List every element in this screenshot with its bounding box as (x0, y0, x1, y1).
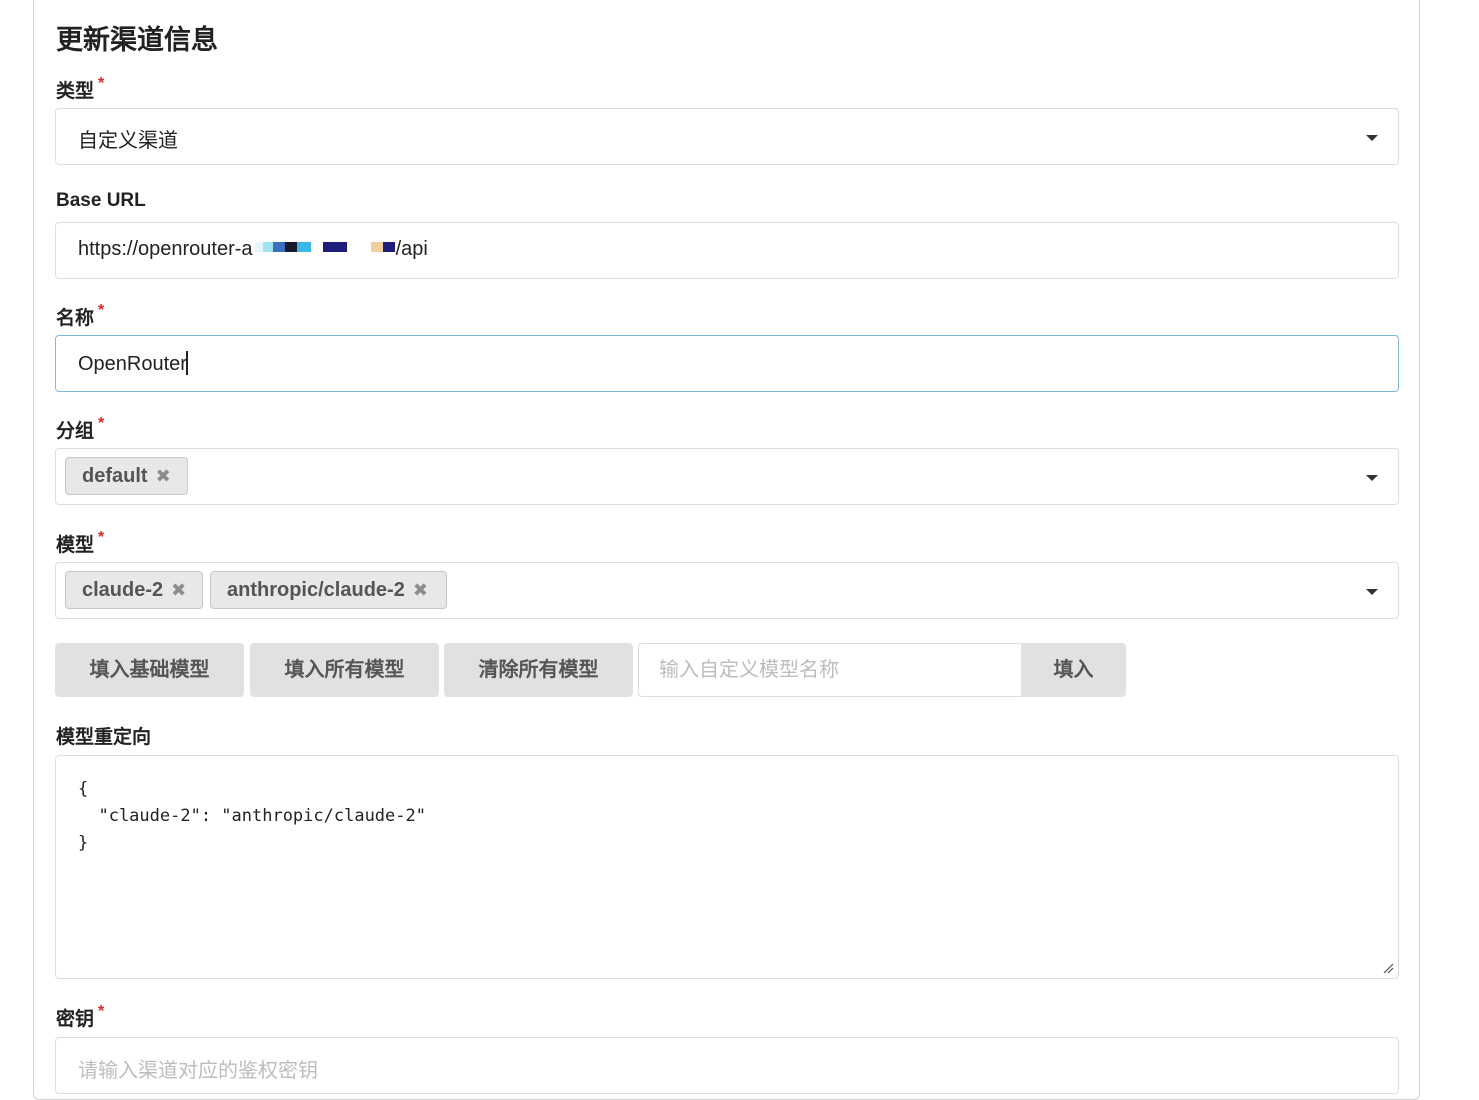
fill-basic-models-button[interactable]: 填入基础模型 (55, 643, 244, 697)
caret-down-icon (1366, 135, 1378, 141)
model-mapping-label: 模型重定向 (56, 727, 152, 748)
base-url-input[interactable]: https://openrouter-a /api (55, 222, 1399, 279)
models-multiselect[interactable]: claude-2 ✖ anthropic/claude-2 ✖ (55, 562, 1399, 619)
required-mark: * (98, 529, 105, 546)
required-mark: * (98, 75, 105, 92)
base-url-prefix: https://openrouter-a (78, 238, 253, 260)
remove-icon[interactable]: ✖ (413, 580, 428, 600)
required-mark: * (98, 415, 105, 432)
model-chip-label: claude-2 (82, 579, 164, 601)
base-url-suffix: /api (395, 238, 428, 260)
type-select[interactable]: 自定义渠道 (55, 108, 1399, 165)
clear-all-models-button[interactable]: 清除所有模型 (444, 643, 633, 697)
models-label: 模型 * (56, 529, 105, 557)
group-chip-label: default (82, 465, 148, 487)
group-label-text: 分组 (56, 421, 95, 442)
name-value-text: OpenRouter (78, 353, 187, 375)
model-chip-label: anthropic/claude-2 (227, 579, 405, 601)
text-cursor (185, 351, 188, 375)
name-label: 名称 * (56, 302, 105, 330)
key-label: 密钥 * (56, 1003, 105, 1031)
model-mapping-textarea[interactable]: { "claude-2": "anthropic/claude-2" } (55, 755, 1399, 979)
model-chip-anthropic-claude-2: anthropic/claude-2 ✖ (210, 571, 447, 609)
key-input[interactable]: 请输入渠道对应的鉴权密钥 (55, 1037, 1399, 1094)
caret-down-icon (1366, 589, 1378, 595)
group-label: 分组 * (56, 415, 105, 443)
resize-handle-icon[interactable] (1382, 962, 1394, 974)
group-multiselect[interactable]: default ✖ (55, 448, 1399, 505)
required-mark: * (98, 302, 105, 319)
base-url-value: https://openrouter-a /api (78, 238, 428, 261)
remove-icon[interactable]: ✖ (171, 580, 186, 600)
models-label-text: 模型 (56, 535, 95, 556)
name-input[interactable]: OpenRouter (55, 335, 1399, 392)
type-label: 类型 * (56, 75, 105, 103)
redacted-segment (253, 238, 396, 258)
fill-all-models-button[interactable]: 填入所有模型 (250, 643, 439, 697)
caret-down-icon (1366, 475, 1378, 481)
type-select-value: 自定义渠道 (78, 130, 178, 152)
required-mark: * (98, 1003, 105, 1020)
fill-custom-model-button[interactable]: 填入 (1021, 643, 1126, 697)
base-url-label: Base URL (56, 190, 146, 211)
model-chip-claude-2: claude-2 ✖ (65, 571, 203, 609)
name-label-text: 名称 (56, 308, 95, 329)
group-chip-default: default ✖ (65, 457, 188, 495)
model-mapping-value: { "claude-2": "anthropic/claude-2" } (78, 779, 426, 853)
type-label-text: 类型 (56, 81, 95, 102)
remove-icon[interactable]: ✖ (156, 466, 171, 486)
key-label-text: 密钥 (56, 1009, 95, 1030)
custom-model-input[interactable] (638, 643, 1022, 697)
page-title: 更新渠道信息 (56, 25, 218, 55)
name-input-value: OpenRouter (78, 351, 188, 376)
